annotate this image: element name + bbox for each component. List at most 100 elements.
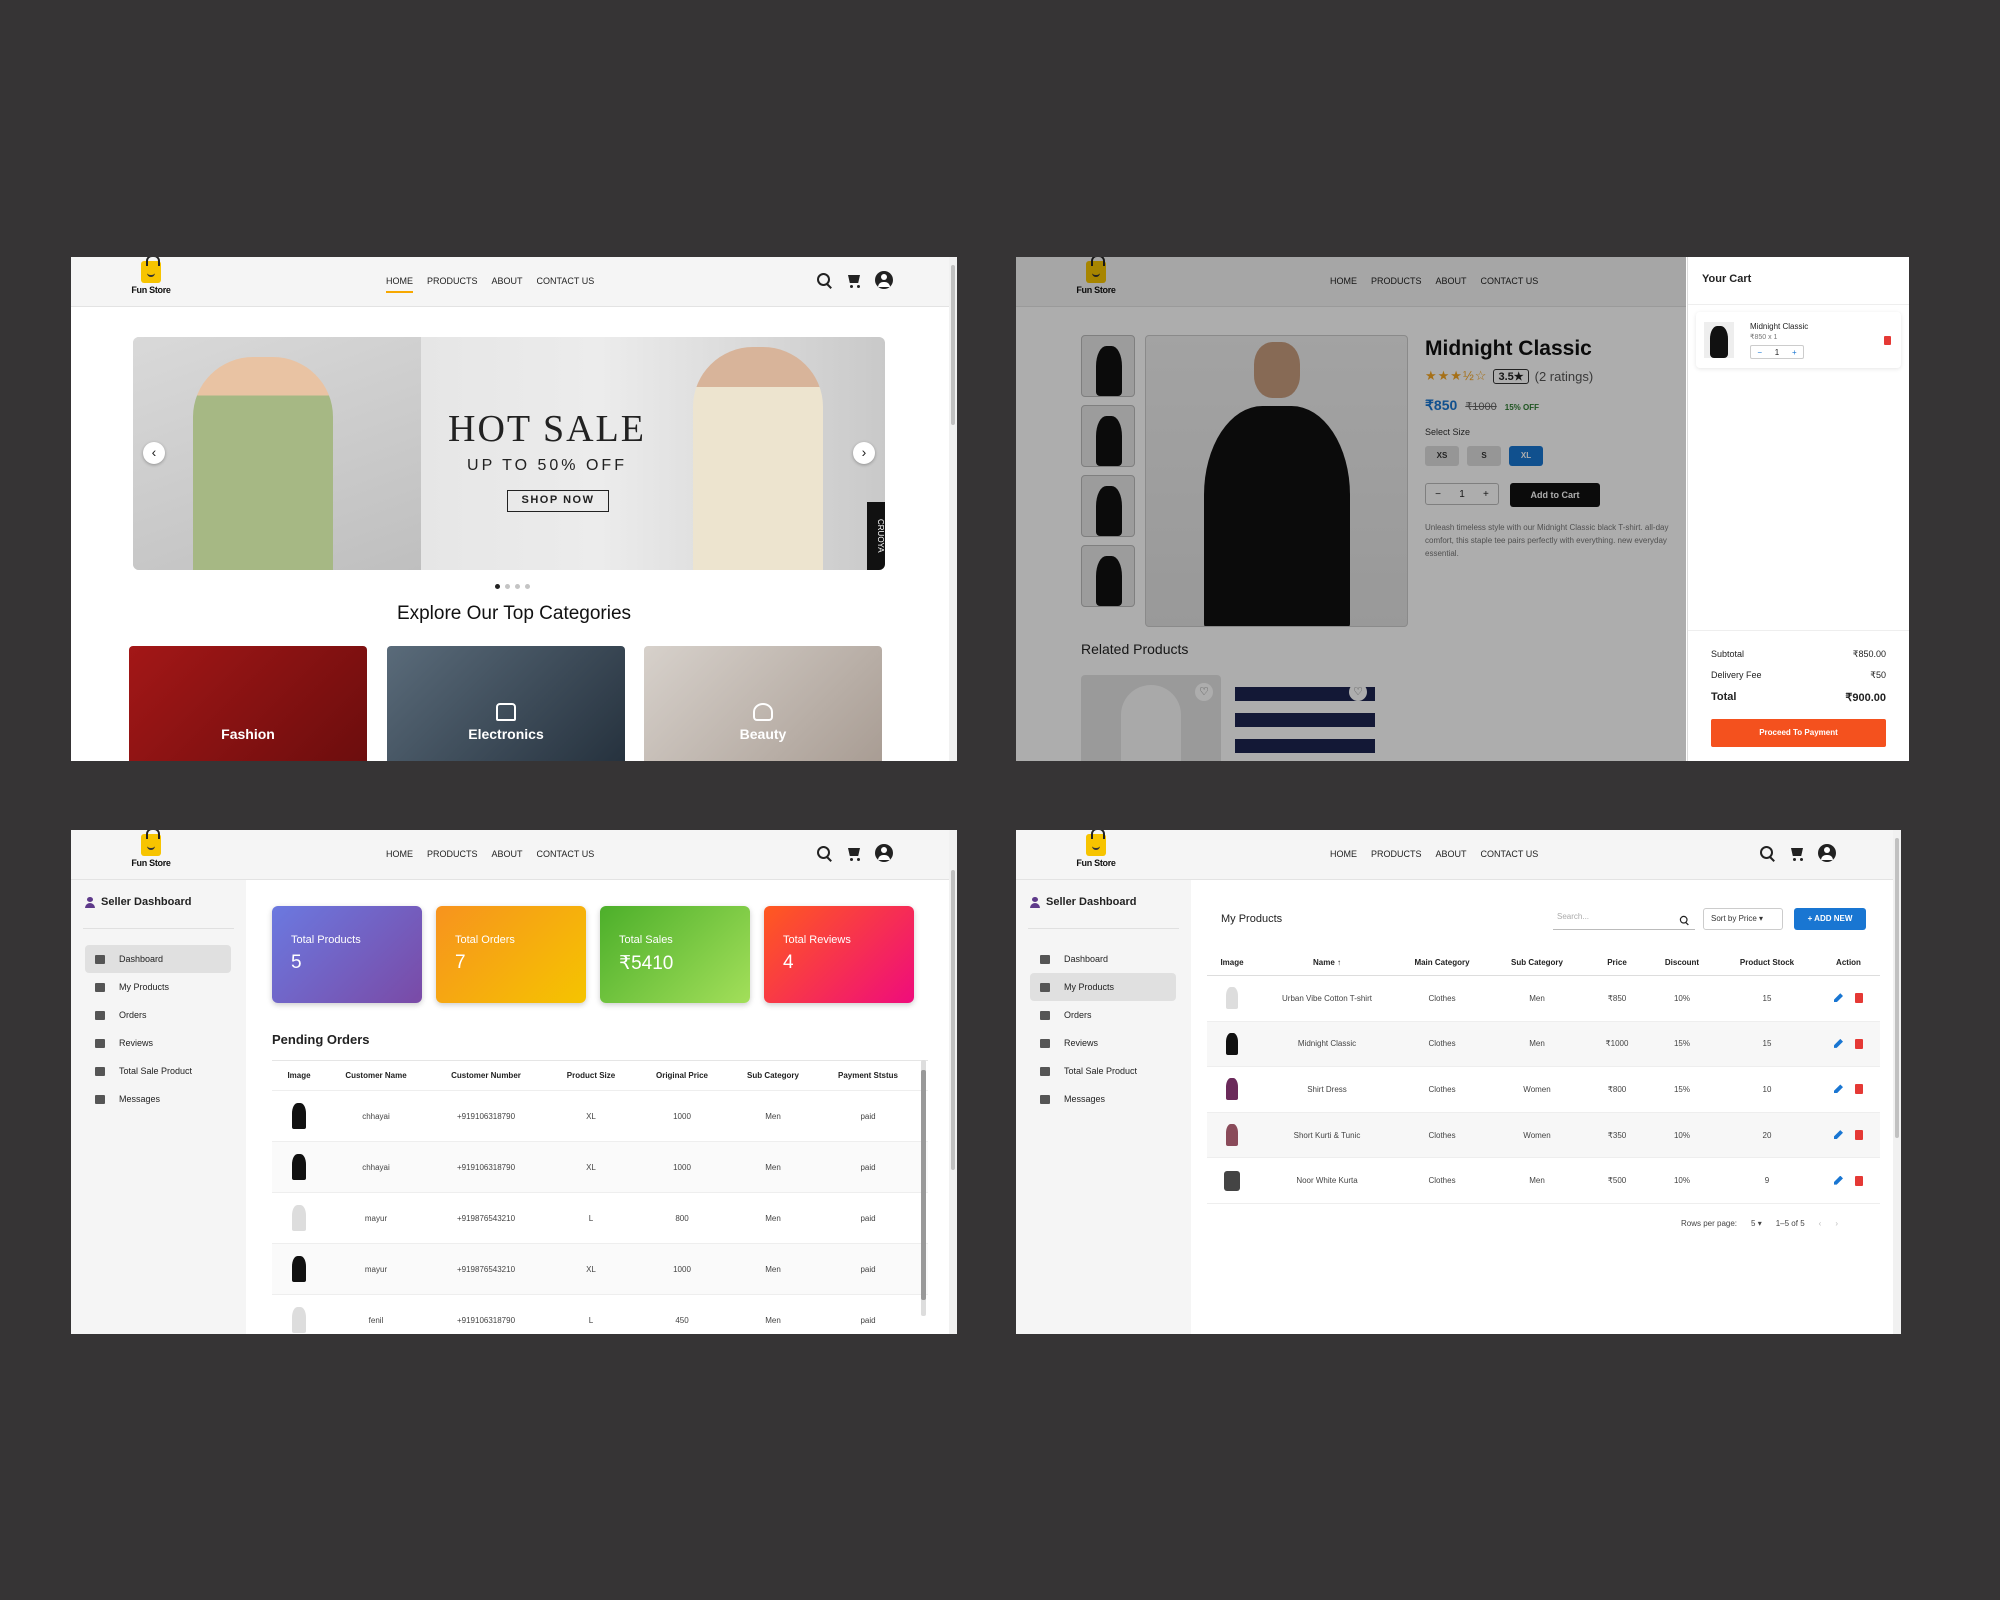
table-row[interactable]: mayur +919876543210 L 800 Men paid bbox=[272, 1193, 928, 1244]
edit-icon[interactable] bbox=[1834, 1130, 1843, 1140]
cart-icon[interactable] bbox=[845, 844, 863, 862]
edit-icon[interactable] bbox=[1834, 1038, 1843, 1048]
increase-qty-button[interactable]: + bbox=[1792, 348, 1797, 357]
seller-sidebar: Seller Dashboard Dashboard My Products O… bbox=[71, 880, 246, 1334]
modal-backdrop[interactable] bbox=[1016, 257, 1686, 761]
category-fashion[interactable]: Fashion bbox=[129, 646, 367, 761]
edit-icon[interactable] bbox=[1834, 993, 1843, 1003]
category-beauty[interactable]: Beauty bbox=[644, 646, 882, 761]
product-thumbnail bbox=[1226, 1078, 1238, 1101]
table-row[interactable]: chhayai +919106318790 XL 1000 Men paid bbox=[272, 1091, 928, 1142]
product-thumbnail bbox=[292, 1154, 306, 1180]
carousel-dot-1[interactable] bbox=[495, 584, 500, 589]
next-page-icon[interactable]: › bbox=[1835, 1219, 1838, 1228]
nav-products-link[interactable]: PRODUCTS bbox=[427, 849, 478, 859]
sidebar-item-messages[interactable]: Messages bbox=[85, 1085, 231, 1113]
stat-card-total-sales[interactable]: Total Sales ₹5410 bbox=[600, 906, 750, 1003]
delete-icon[interactable] bbox=[1855, 1175, 1863, 1186]
laptop-icon bbox=[496, 703, 516, 721]
stat-card-total-orders[interactable]: Total Orders 7 bbox=[436, 906, 586, 1003]
category-electronics[interactable]: Electronics bbox=[387, 646, 625, 761]
edit-icon[interactable] bbox=[1834, 1175, 1843, 1185]
top-navbar: Fun Store HOME PRODUCTS ABOUT CONTACT US bbox=[71, 830, 949, 880]
table-row[interactable]: Urban Vibe Cotton T-shirt Clothes Men ₹8… bbox=[1207, 976, 1880, 1022]
sidebar-item-my-products[interactable]: My Products bbox=[85, 973, 231, 1001]
nav-about-link[interactable]: ABOUT bbox=[492, 849, 523, 859]
scrollbar[interactable] bbox=[1893, 830, 1901, 1334]
table-row[interactable]: Short Kurti & Tunic Clothes Women ₹350 1… bbox=[1207, 1112, 1880, 1159]
sort-select[interactable]: Sort by Price ▾ bbox=[1703, 908, 1783, 930]
add-new-button[interactable]: + ADD NEW bbox=[1794, 908, 1866, 930]
table-row[interactable]: Midnight Classic Clothes Men ₹1000 15% 1… bbox=[1207, 1021, 1880, 1068]
account-icon[interactable] bbox=[875, 844, 893, 862]
carousel-prev-button[interactable]: ‹ bbox=[143, 442, 165, 464]
delete-icon[interactable] bbox=[1855, 1084, 1863, 1095]
store-logo[interactable]: Fun Store bbox=[127, 830, 175, 868]
rows-per-page-select[interactable]: 5 ▾ bbox=[1751, 1219, 1762, 1228]
nav-home-link[interactable]: HOME bbox=[386, 849, 413, 859]
cart-icon[interactable] bbox=[845, 271, 863, 289]
sidebar-item-orders[interactable]: Orders bbox=[85, 1001, 231, 1029]
account-icon[interactable] bbox=[875, 271, 893, 289]
product-thumbnail bbox=[1224, 1170, 1240, 1191]
delete-icon[interactable] bbox=[1855, 993, 1863, 1004]
edit-icon[interactable] bbox=[1834, 1084, 1843, 1094]
sidebar-item-total-sale[interactable]: Total Sale Product bbox=[1030, 1057, 1176, 1085]
nav-products-link[interactable]: PRODUCTS bbox=[427, 276, 478, 293]
nav-home-link[interactable]: HOME bbox=[386, 276, 413, 293]
sidebar-item-reviews[interactable]: Reviews bbox=[85, 1029, 231, 1057]
carousel-dot-3[interactable] bbox=[515, 584, 520, 589]
table-row[interactable]: Shirt Dress Clothes Women ₹800 15% 10 bbox=[1207, 1067, 1880, 1113]
search-icon[interactable] bbox=[815, 271, 833, 289]
shop-now-button[interactable]: SHOP NOW bbox=[507, 490, 609, 512]
account-icon[interactable] bbox=[1818, 844, 1836, 862]
delete-icon[interactable] bbox=[1855, 1130, 1863, 1141]
sidebar-item-total-sale[interactable]: Total Sale Product bbox=[85, 1057, 231, 1085]
stat-card-total-products[interactable]: Total Products 5 bbox=[272, 906, 422, 1003]
store-logo[interactable]: Fun Store bbox=[1072, 830, 1120, 868]
sidebar-item-orders[interactable]: Orders bbox=[1030, 1001, 1176, 1029]
table-scrollbar[interactable] bbox=[921, 1060, 926, 1316]
table-row[interactable]: chhayai +919106318790 XL 1000 Men paid bbox=[272, 1142, 928, 1193]
top-navbar: Fun Store HOME PRODUCTS ABOUT CONTACT US bbox=[71, 257, 949, 307]
review-icon bbox=[95, 1038, 105, 1048]
table-pagination: Rows per page: 5 ▾ 1–5 of 5 ‹ › bbox=[1681, 1219, 1838, 1228]
nav-contact-link[interactable]: CONTACT US bbox=[1481, 849, 1539, 859]
cart-icon[interactable] bbox=[1788, 844, 1806, 862]
table-row[interactable]: Noor White Kurta Clothes Men ₹500 10% 9 bbox=[1207, 1158, 1880, 1204]
nav-home-link[interactable]: HOME bbox=[1330, 849, 1357, 859]
scrollbar[interactable] bbox=[949, 830, 957, 1334]
search-icon[interactable] bbox=[1758, 844, 1776, 862]
prev-page-icon[interactable]: ‹ bbox=[1819, 1219, 1822, 1228]
delete-icon[interactable] bbox=[1884, 336, 1891, 345]
search-icon[interactable] bbox=[815, 844, 833, 862]
nav-contact-link[interactable]: CONTACT US bbox=[537, 849, 595, 859]
sidebar-item-reviews[interactable]: Reviews bbox=[1030, 1029, 1176, 1057]
carousel-dot-4[interactable] bbox=[525, 584, 530, 589]
sidebar-item-my-products[interactable]: My Products bbox=[1030, 973, 1176, 1001]
seller-dashboard-screenshot: Fun Store HOME PRODUCTS ABOUT CONTACT US… bbox=[71, 830, 957, 1334]
nav-about-link[interactable]: ABOUT bbox=[1436, 849, 1467, 859]
nav-products-link[interactable]: PRODUCTS bbox=[1371, 849, 1422, 859]
delete-icon[interactable] bbox=[1855, 1038, 1863, 1049]
sidebar-item-dashboard[interactable]: Dashboard bbox=[1030, 945, 1176, 973]
cart-title: Your Cart bbox=[1702, 273, 1752, 285]
sidebar-item-dashboard[interactable]: Dashboard bbox=[85, 945, 231, 973]
search-input[interactable]: Search... bbox=[1553, 908, 1695, 930]
sort-by-name-header[interactable]: Name ↑ bbox=[1257, 958, 1397, 967]
decrease-qty-button[interactable]: − bbox=[1757, 348, 1762, 357]
hero-banner: HOT SALE UP TO 50% OFF SHOP NOW CRUOYA ‹… bbox=[133, 337, 885, 570]
table-row[interactable]: fenil +919106318790 L 450 Men paid bbox=[272, 1295, 928, 1334]
stat-card-total-reviews[interactable]: Total Reviews 4 bbox=[764, 906, 914, 1003]
scrollbar[interactable] bbox=[949, 257, 957, 761]
product-thumbnail bbox=[1226, 1032, 1238, 1055]
nav-about-link[interactable]: ABOUT bbox=[492, 276, 523, 293]
carousel-next-button[interactable]: › bbox=[853, 442, 875, 464]
nav-contact-link[interactable]: CONTACT US bbox=[537, 276, 595, 293]
carousel-dot-2[interactable] bbox=[505, 584, 510, 589]
table-row[interactable]: mayur +919876543210 XL 1000 Men paid bbox=[272, 1244, 928, 1295]
proceed-to-payment-button[interactable]: Proceed To Payment bbox=[1711, 719, 1886, 747]
archive-icon bbox=[95, 1066, 105, 1076]
sidebar-item-messages[interactable]: Messages bbox=[1030, 1085, 1176, 1113]
store-logo[interactable]: Fun Store bbox=[127, 257, 175, 295]
